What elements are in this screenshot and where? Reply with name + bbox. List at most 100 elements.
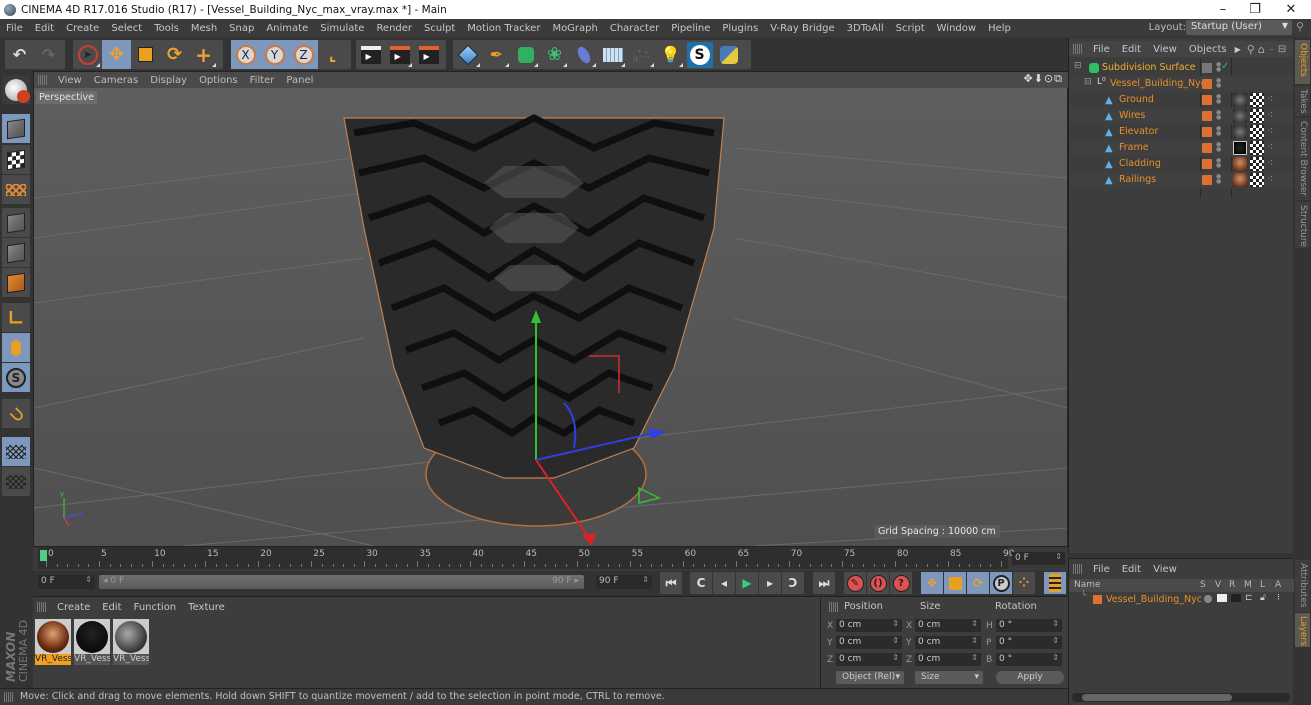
search-icon[interactable]: ⚲ <box>1296 20 1310 35</box>
menu-select[interactable]: Select <box>105 23 148 34</box>
add-cube-button[interactable] <box>453 40 482 69</box>
grip-icon[interactable] <box>38 75 48 85</box>
manager-icon[interactable]: ⊏ <box>1245 593 1253 603</box>
key-parameter-toggle[interactable]: P <box>990 572 1012 594</box>
viewport-menu-panel[interactable]: Panel <box>280 75 319 86</box>
minimize-button[interactable]: – <box>1206 0 1240 19</box>
rotation-h-field[interactable]: 0 ° ⇕ <box>996 619 1062 632</box>
autokey-button[interactable]: () <box>867 572 889 594</box>
selection-tag-icon[interactable]: ⁖ <box>1267 108 1273 121</box>
visibility-dots-icon[interactable]: ● ● <box>1216 110 1221 121</box>
menu-snap[interactable]: Snap <box>223 23 260 34</box>
size-x-field[interactable]: 0 cm ⇕ <box>915 619 981 632</box>
add-subdivision-button[interactable] <box>511 40 540 69</box>
selection-tag-icon[interactable]: ⁖ <box>1267 156 1273 169</box>
add-array-button[interactable]: ❀ <box>540 40 569 69</box>
visibility-dots-icon[interactable]: ● ● <box>1216 126 1221 137</box>
go-to-start-button[interactable]: ⏮ <box>660 572 682 594</box>
viewport-menu-view[interactable]: View <box>52 75 88 86</box>
play-button[interactable]: ▶ <box>736 572 758 594</box>
selection-tag-icon[interactable]: ⁖ <box>1267 172 1273 185</box>
polygons-mode-button[interactable] <box>2 268 30 297</box>
snap-button[interactable]: ∪ <box>2 399 30 428</box>
menu-v-ray-bridge[interactable]: V-Ray Bridge <box>764 23 840 34</box>
texture-mode-button[interactable] <box>2 145 30 174</box>
timeline-window-button[interactable] <box>1044 572 1066 594</box>
collapse-icon[interactable]: – <box>1269 44 1274 55</box>
menu-3dtoall[interactable]: 3DToAll <box>841 23 890 34</box>
visibility-dots-icon[interactable]: ● ● <box>1216 62 1221 73</box>
more-arrow-icon[interactable]: ▶ <box>1235 45 1241 54</box>
add-deformer-button[interactable] <box>569 40 598 69</box>
next-frame-button[interactable]: ▸ <box>759 572 781 594</box>
material-tag-icon[interactable] <box>1233 157 1247 171</box>
visibility-dots-icon[interactable]: ● ● <box>1216 94 1221 105</box>
go-to-end-button[interactable]: ⏭ <box>813 572 835 594</box>
material-tag-icon[interactable] <box>1233 125 1247 139</box>
viewport-menu-display[interactable]: Display <box>144 75 193 86</box>
object-row-subdivision-surface[interactable]: ⊟ Subdivision Surface ● ● ✓ <box>1069 60 1294 76</box>
uvw-tag-icon[interactable] <box>1250 93 1264 107</box>
layer-color-swatch[interactable] <box>1093 595 1102 604</box>
points-mode-button[interactable] <box>2 208 30 237</box>
lm-menu-file[interactable]: File <box>1087 564 1116 575</box>
playhead[interactable] <box>40 550 47 561</box>
position-z-field[interactable]: 0 cm ⇕ <box>836 653 902 666</box>
menu-simulate[interactable]: Simulate <box>314 23 370 34</box>
column-solo[interactable]: S <box>1200 580 1206 590</box>
menu-window[interactable]: Window <box>931 23 982 34</box>
add-light-button[interactable]: 💡 <box>656 40 685 69</box>
uvw-tag-icon[interactable] <box>1250 141 1264 155</box>
layer-row[interactable]: └ Vessel_Building_Nyc ⊏ 🔓︎ ⁝ <box>1069 591 1294 607</box>
visibility-dots-icon[interactable]: ● ● <box>1216 78 1221 89</box>
z-axis-toggle[interactable]: Z <box>289 40 318 69</box>
camera-label[interactable]: Perspective <box>36 91 98 104</box>
object-row-wires[interactable]: ▲ Wires ● ● ⁖ <box>1069 108 1294 124</box>
visibility-dots-icon[interactable]: ● ● <box>1216 174 1221 185</box>
tab-objects[interactable]: Objects <box>1295 40 1310 84</box>
y-axis-toggle[interactable]: Y <box>260 40 289 69</box>
material-swatch[interactable]: VR_Vess <box>74 619 110 665</box>
size-z-field[interactable]: 0 cm ⇕ <box>915 653 981 666</box>
material-tag-icon[interactable] <box>1233 109 1247 123</box>
menu-file[interactable]: File <box>0 23 29 34</box>
object-row-railings[interactable]: ▲ Railings ● ● ⁖ <box>1069 172 1294 188</box>
live-selection-button[interactable]: ➤ <box>73 40 102 69</box>
grip-icon[interactable] <box>829 602 839 612</box>
key-scale-toggle[interactable] <box>944 572 966 594</box>
menu-mesh[interactable]: Mesh <box>185 23 223 34</box>
add-floor-button[interactable] <box>598 40 627 69</box>
current-frame-field[interactable]: 0 F ⇕ <box>1012 552 1065 565</box>
selection-tag-icon[interactable]: ⁖ <box>1267 124 1273 137</box>
column-render[interactable]: R <box>1229 580 1235 590</box>
search-icon[interactable]: ⚲ <box>1247 43 1255 56</box>
unlocked-icon[interactable]: 🔓︎ <box>1260 593 1266 603</box>
menu-motion-tracker[interactable]: Motion Tracker <box>461 23 546 34</box>
display-tag-icon[interactable] <box>1202 63 1212 73</box>
model-mode-button[interactable] <box>2 114 30 143</box>
lm-menu-view[interactable]: View <box>1147 564 1183 575</box>
viewport-navigation-icons[interactable]: ✥⬇⊙⧉ <box>1023 72 1063 86</box>
tab-attributes[interactable]: Attributes <box>1295 560 1310 612</box>
move-tool-button[interactable]: ✥ <box>102 40 131 69</box>
selection-tag-icon[interactable]: ⁖ <box>1267 140 1273 153</box>
viewport-menu-cameras[interactable]: Cameras <box>88 75 144 86</box>
preview-range-slider[interactable]: ◂ 0 F 90 F ▸ <box>99 575 584 589</box>
om-menu-edit[interactable]: Edit <box>1116 44 1147 55</box>
object-row-frame[interactable]: ▲ Frame ● ● ⁖ <box>1069 140 1294 156</box>
restore-button[interactable]: ❐ <box>1238 0 1272 19</box>
home-icon[interactable]: ⌂ <box>1258 43 1265 56</box>
grip-icon[interactable] <box>1073 44 1083 54</box>
last-tool-button[interactable]: + <box>189 40 218 69</box>
tab-layers[interactable]: Layers <box>1295 613 1310 647</box>
undo-button[interactable]: ↶ <box>5 40 34 69</box>
3d-viewport-canvas[interactable]: y z Perspective Grid Spacing : 10000 cm <box>34 88 1067 546</box>
key-rotation-toggle[interactable]: ⟳ <box>967 572 989 594</box>
previous-keyframe-button[interactable]: C <box>690 572 712 594</box>
keyframe-selection-button[interactable]: ? <box>890 572 912 594</box>
python-button[interactable] <box>714 40 743 69</box>
menu-character[interactable]: Character <box>604 23 665 34</box>
layer-color-icon[interactable] <box>1202 143 1212 153</box>
lm-menu-edit[interactable]: Edit <box>1116 564 1147 575</box>
horizontal-scrollbar[interactable] <box>1072 693 1290 702</box>
